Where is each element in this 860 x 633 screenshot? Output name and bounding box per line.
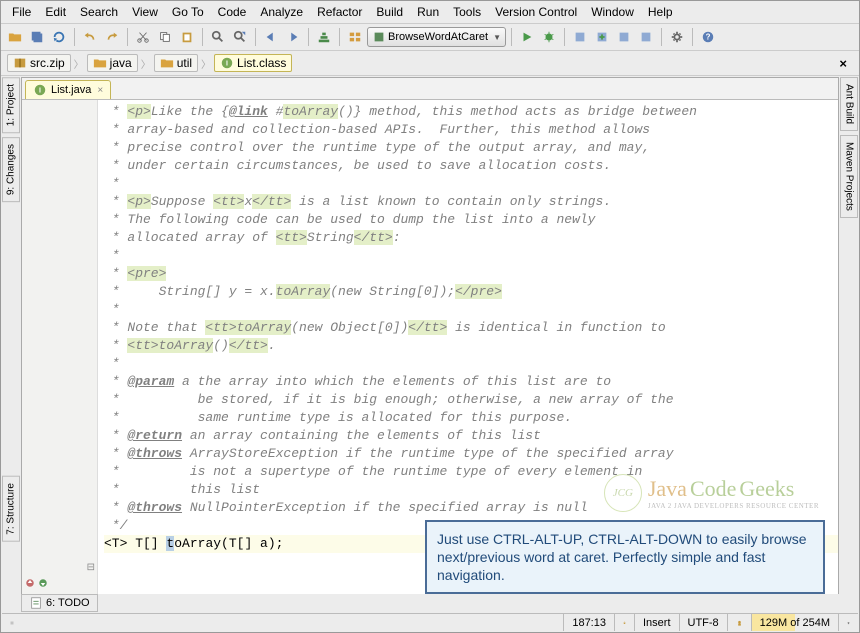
tool-window-maven[interactable]: Maven Projects (840, 135, 858, 218)
breadcrumb-list[interactable]: I List.class (214, 54, 292, 72)
breadcrumb-src[interactable]: src.zip (7, 54, 71, 72)
folder-icon (93, 56, 107, 70)
editor-tab-list[interactable]: I List.java × (25, 80, 111, 99)
build-icon[interactable] (314, 27, 334, 47)
plugin-icon (372, 30, 386, 44)
refresh-icon[interactable] (49, 27, 69, 47)
status-bar: 187:13 Insert UTF-8 129M of 254M (2, 613, 858, 631)
redo-icon[interactable] (102, 27, 122, 47)
replace-icon[interactable] (230, 27, 250, 47)
back-icon[interactable] (261, 27, 281, 47)
archive-icon (13, 56, 27, 70)
menu-analyze[interactable]: Analyze (253, 3, 310, 21)
info-tooltip: Just use CTRL-ALT-UP, CTRL-ALT-DOWN to e… (425, 520, 825, 594)
run-config-icon[interactable] (345, 27, 365, 47)
cut-icon[interactable] (133, 27, 153, 47)
bottom-toolbar: 6: TODO (21, 594, 839, 612)
vcs-history-icon[interactable] (614, 27, 634, 47)
interface-icon: I (220, 56, 234, 70)
paste-icon[interactable] (177, 27, 197, 47)
tool-window-structure[interactable]: 7: Structure (2, 476, 20, 542)
main-toolbar: BrowseWordAtCaret ▼ ? (1, 24, 859, 51)
debug-icon[interactable] (539, 27, 559, 47)
breadcrumb: src.zip 〉 java 〉 util 〉 I List.class × (1, 51, 859, 76)
chevron-down-icon: ▼ (493, 33, 501, 42)
todo-icon (29, 596, 43, 610)
save-all-icon[interactable] (27, 27, 47, 47)
override-down-icon[interactable] (37, 577, 49, 589)
status-position[interactable]: 187:13 (563, 614, 614, 631)
tab-close-icon[interactable]: × (95, 85, 103, 96)
status-inspector-icon[interactable] (727, 614, 751, 631)
forward-icon[interactable] (283, 27, 303, 47)
vcs-update-icon[interactable] (570, 27, 590, 47)
tool-window-ant[interactable]: Ant Build (840, 77, 858, 131)
menu-build[interactable]: Build (369, 3, 410, 21)
status-lock-icon[interactable] (614, 614, 634, 631)
find-icon[interactable] (208, 27, 228, 47)
override-up-icon[interactable] (24, 577, 36, 589)
settings-icon[interactable] (667, 27, 687, 47)
interface-icon: I (33, 83, 47, 97)
svg-text:I: I (226, 61, 228, 68)
gutter[interactable]: ⊟ (22, 100, 98, 595)
run-icon[interactable] (517, 27, 537, 47)
chevron-right-icon: 〉 (141, 56, 151, 71)
menu-refactor[interactable]: Refactor (310, 3, 369, 21)
help-icon[interactable]: ? (698, 27, 718, 47)
menu-run[interactable]: Run (410, 3, 446, 21)
editor-tabs: I List.java × (22, 78, 838, 100)
breadcrumb-java[interactable]: java (87, 54, 138, 72)
status-insert[interactable]: Insert (634, 614, 679, 631)
tool-window-changes[interactable]: 9: Changes (2, 137, 20, 202)
menu-file[interactable]: File (5, 3, 38, 21)
status-encoding[interactable]: UTF-8 (679, 614, 727, 631)
menu-view[interactable]: View (125, 3, 165, 21)
menu-goto[interactable]: Go To (165, 3, 211, 21)
menu-vcs[interactable]: Version Control (488, 3, 584, 21)
breadcrumb-util[interactable]: util (154, 54, 198, 72)
menu-bar: File Edit Search View Go To Code Analyze… (1, 1, 859, 24)
svg-text:?: ? (706, 33, 711, 42)
menu-window[interactable]: Window (584, 3, 641, 21)
menu-edit[interactable]: Edit (38, 3, 73, 21)
menu-search[interactable]: Search (73, 3, 125, 21)
vcs-commit-icon[interactable] (592, 27, 612, 47)
tool-window-project[interactable]: 1: Project (2, 77, 20, 133)
editor: I List.java × ⊟ * <p>Like the {@link #to… (21, 77, 839, 596)
menu-code[interactable]: Code (211, 3, 254, 21)
undo-icon[interactable] (80, 27, 100, 47)
run-configuration-combo[interactable]: BrowseWordAtCaret ▼ (367, 27, 506, 47)
status-memory[interactable]: 129M of 254M (751, 614, 838, 631)
status-trash-icon[interactable] (838, 614, 858, 631)
chevron-right-icon: 〉 (74, 56, 84, 71)
close-icon[interactable]: × (833, 56, 853, 71)
vcs-revert-icon[interactable] (636, 27, 656, 47)
chevron-right-icon: 〉 (201, 56, 211, 71)
fold-end-icon[interactable]: ⊟ (87, 562, 95, 573)
svg-text:I: I (39, 88, 41, 95)
copy-icon[interactable] (155, 27, 175, 47)
status-menu-icon[interactable] (2, 614, 22, 631)
open-icon[interactable] (5, 27, 25, 47)
folder-icon (160, 56, 174, 70)
menu-help[interactable]: Help (641, 3, 680, 21)
menu-tools[interactable]: Tools (446, 3, 488, 21)
tool-window-todo[interactable]: 6: TODO (21, 594, 98, 612)
